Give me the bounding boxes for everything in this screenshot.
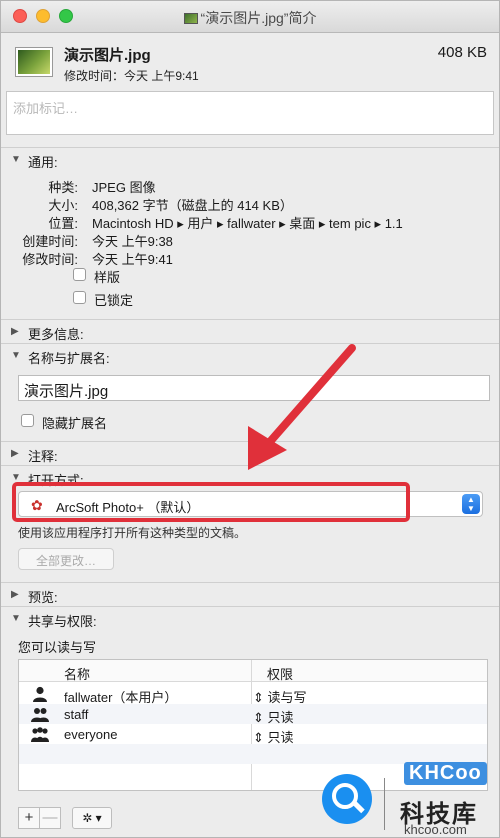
- file-name: 演示图片.jpg: [64, 47, 151, 64]
- watermark-domain: khcoo.com: [404, 822, 467, 837]
- table-row[interactable]: fallwater（本用户） ⇕ 读与写: [19, 684, 487, 705]
- open-with-hint: 使用该应用程序打开所有这种类型的文稿。: [18, 526, 247, 540]
- section-more-info[interactable]: ▶ 更多信息:: [1, 319, 499, 343]
- everyone-icon: [31, 727, 49, 742]
- size-label: 大小:: [48, 198, 78, 213]
- titlebar: “演示图片.jpg”简介: [1, 1, 499, 33]
- column-header-privilege[interactable]: 权限: [267, 664, 293, 683]
- window-title: “演示图片.jpg”简介: [1, 8, 499, 28]
- created-label: 创建时间:: [22, 234, 78, 249]
- disclosure-open-icon[interactable]: ▼: [11, 154, 21, 165]
- tags-placeholder: 添加标记…: [13, 101, 79, 116]
- select-stepper-icon[interactable]: ▲ ▼: [462, 494, 480, 514]
- user-name: everyone: [64, 727, 118, 742]
- section-sharing-label: 共享与权限:: [28, 614, 97, 629]
- section-preview[interactable]: ▶ 预览:: [1, 582, 499, 606]
- kind-value: JPEG 图像: [92, 180, 156, 195]
- disclosure-open-icon[interactable]: ▼: [11, 613, 21, 624]
- annotation-highlight-box: [12, 482, 410, 522]
- table-row[interactable]: staff ⇕ 只读: [19, 704, 487, 725]
- column-header-name[interactable]: 名称: [64, 664, 90, 683]
- size-value: 408,362 字节（磁盘上的 414 KB）: [92, 198, 293, 213]
- file-header: 演示图片.jpg 408 KB 修改时间：今天 上午9:41: [1, 34, 499, 88]
- disclosure-closed-icon[interactable]: ▶: [11, 326, 19, 337]
- file-thumbnail: [16, 48, 52, 76]
- section-name-ext-label: 名称与扩展名:: [28, 351, 110, 366]
- hide-extension-checkbox[interactable]: [21, 414, 34, 427]
- change-all-button[interactable]: 全部更改…: [18, 548, 114, 570]
- modified-value: 今天 上午9:41: [92, 252, 173, 267]
- name-input[interactable]: 演示图片.jpg: [18, 375, 490, 401]
- gear-menu-button[interactable]: ✲ ▾: [72, 807, 112, 829]
- info-window: “演示图片.jpg”简介 演示图片.jpg 408 KB 修改时间：今天 上午9…: [0, 0, 500, 838]
- section-general-label: 通用:: [28, 155, 58, 170]
- privilege-text: 读与写: [267, 690, 307, 705]
- section-comments[interactable]: ▶ 注释:: [1, 441, 499, 465]
- image-file-icon: [183, 13, 198, 24]
- disclosure-closed-icon[interactable]: ▶: [11, 589, 19, 600]
- watermark-brand: KHCoo: [404, 762, 487, 785]
- kind-label: 种类:: [48, 180, 78, 195]
- section-general[interactable]: ▼ 通用:: [1, 147, 499, 171]
- section-name-ext[interactable]: ▼ 名称与扩展名:: [1, 343, 499, 367]
- section-more-info-label: 更多信息:: [28, 327, 84, 342]
- watermark-separator: [384, 778, 385, 830]
- tags-field[interactable]: 添加标记…: [6, 91, 494, 135]
- stationery-checkbox[interactable]: [73, 268, 86, 281]
- section-preview-label: 预览:: [28, 590, 58, 605]
- where-label: 位置:: [48, 216, 78, 231]
- add-user-button[interactable]: +: [18, 807, 40, 829]
- file-size: 408 KB: [437, 44, 487, 61]
- hide-extension-label: 隐藏扩展名: [42, 416, 108, 431]
- locked-label: 已锁定: [94, 293, 134, 308]
- table-header: 名称 权限: [19, 660, 487, 682]
- single-user-icon: [33, 686, 47, 702]
- where-value: Macintosh HD ▸ 用户 ▸ fallwater ▸ 桌面 ▸ tem…: [92, 216, 403, 231]
- window-title-text: “演示图片.jpg”简介: [200, 10, 317, 26]
- section-comments-label: 注释:: [28, 449, 58, 464]
- user-name: staff: [64, 707, 89, 722]
- locked-checkbox[interactable]: [73, 291, 86, 304]
- created-value: 今天 上午9:38: [92, 234, 173, 249]
- permission-summary: 您可以读与写: [18, 640, 97, 655]
- section-sharing[interactable]: ▼ 共享与权限:: [1, 606, 499, 630]
- remove-user-button[interactable]: —: [39, 807, 61, 829]
- stationery-label: 样版: [94, 270, 121, 285]
- watermark-logo: KHCoo 科技库 khcoo.com: [318, 756, 500, 838]
- disclosure-closed-icon[interactable]: ▶: [11, 448, 19, 459]
- table-row[interactable]: everyone ⇕ 只读: [19, 724, 487, 745]
- group-icon: [31, 708, 49, 722]
- privilege-text: 只读: [267, 710, 294, 725]
- file-modified: 修改时间：今天 上午9:41: [64, 69, 199, 83]
- privilege-text: 只读: [267, 730, 294, 745]
- modified-label: 修改时间:: [22, 252, 78, 267]
- disclosure-open-icon[interactable]: ▼: [11, 350, 21, 361]
